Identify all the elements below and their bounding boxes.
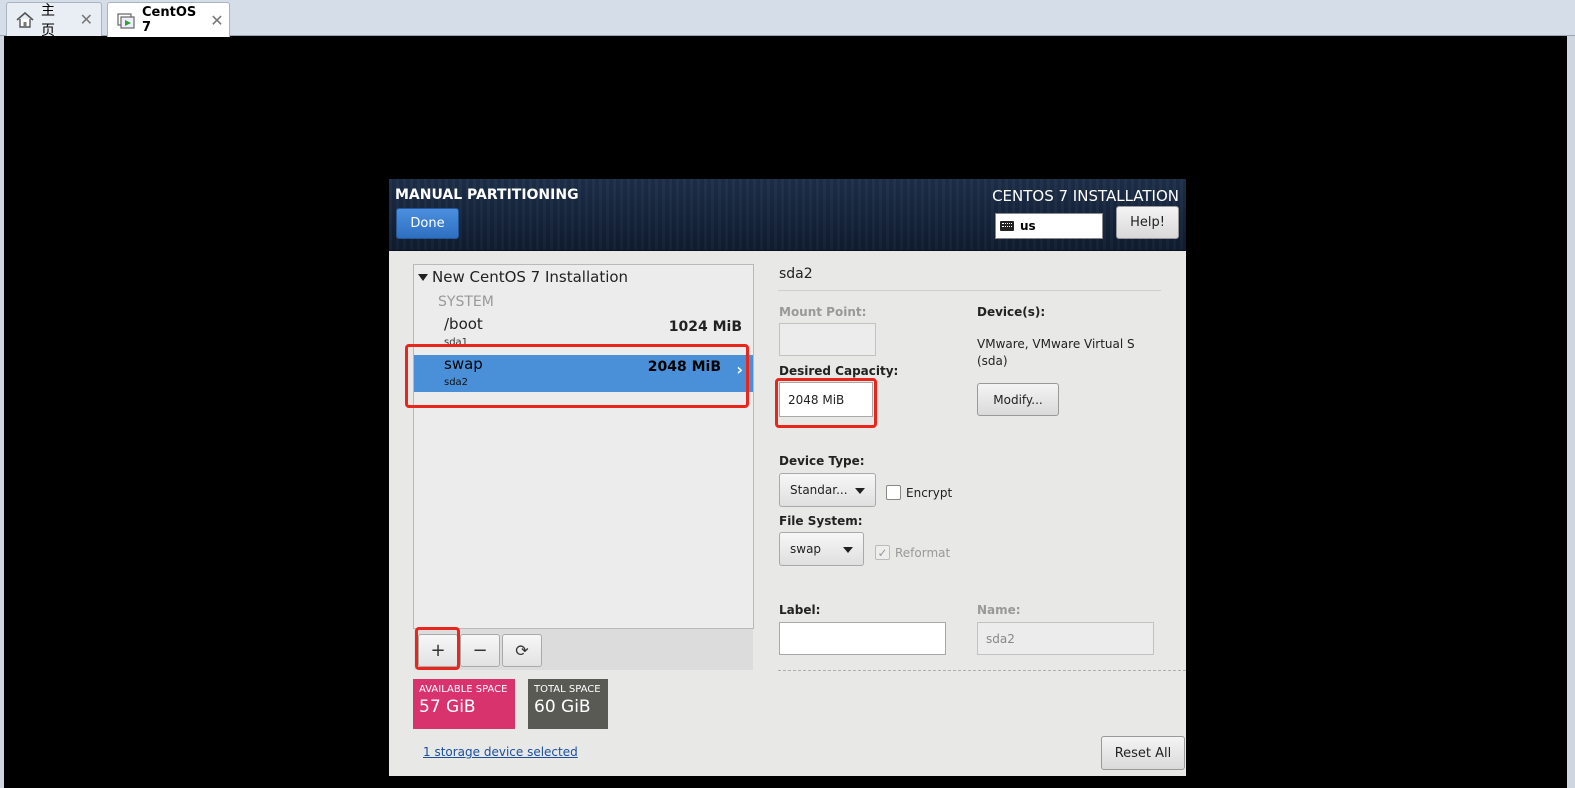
tab-home[interactable]: 主页 ✕ [6, 2, 102, 39]
installation-root-label: New CentOS 7 Installation [432, 268, 629, 286]
partition-name: /boot [444, 315, 483, 333]
close-icon[interactable]: ✕ [210, 11, 223, 30]
dashed-divider [778, 670, 1186, 671]
available-space-badge: AVAILABLE SPACE 57 GiB [413, 679, 515, 729]
device-type-label: Device Type: [779, 454, 865, 468]
refresh-button[interactable]: ⟳ [502, 634, 542, 667]
tab-home-label: 主页 [41, 2, 55, 39]
page-title: MANUAL PARTITIONING [395, 187, 579, 203]
remove-partition-button[interactable]: − [460, 634, 500, 667]
modify-button[interactable]: Modify... [977, 383, 1059, 416]
devices-value: VMware, VMware Virtual S (sda) [977, 337, 1135, 368]
vm-tab-bar: 主页 ✕ CentOS 7 ✕ [0, 0, 1575, 39]
done-button[interactable]: Done [396, 208, 459, 239]
window-left-edge [0, 36, 4, 788]
partition-size: 1024 MiB [668, 319, 742, 335]
checkbox-icon [886, 485, 901, 500]
keyboard-layout-indicator[interactable]: us [995, 213, 1103, 239]
devices-label: Device(s): [977, 305, 1046, 319]
file-system-label: File System: [779, 514, 863, 528]
installer-window: MANUAL PARTITIONING CENTOS 7 INSTALLATIO… [389, 179, 1186, 776]
dropdown-arrow-icon [855, 488, 865, 494]
window-right-edge [1567, 36, 1575, 788]
desired-capacity-field[interactable]: 2048 MiB [779, 382, 873, 417]
home-icon [15, 10, 35, 30]
device-type-select[interactable]: Standar... [779, 473, 876, 507]
total-space-value: 60 GiB [534, 697, 591, 717]
available-space-label: AVAILABLE SPACE [419, 684, 508, 695]
installation-root[interactable]: New CentOS 7 Installation [418, 268, 628, 286]
keyboard-layout-label: us [1020, 219, 1036, 233]
reformat-checkbox[interactable]: ✓ Reformat [875, 545, 950, 560]
encrypt-checkbox[interactable]: Encrypt [886, 485, 952, 500]
expander-icon [418, 273, 428, 281]
name-field-label: Name: [977, 603, 1021, 617]
name-field[interactable]: sda2 [977, 622, 1154, 655]
total-space-label: TOTAL SPACE [534, 684, 601, 695]
device-type-value: Standar... [790, 483, 848, 497]
mount-point-field[interactable] [779, 323, 876, 356]
label-field[interactable] [779, 622, 946, 655]
tab-centos-label: CentOS 7 [142, 5, 197, 35]
product-title: CENTOS 7 INSTALLATION [992, 187, 1179, 205]
checkmark-icon: ✓ [875, 545, 890, 560]
highlight-box-add-button [415, 627, 460, 670]
file-system-value: swap [790, 542, 822, 556]
reset-all-button[interactable]: Reset All [1101, 736, 1185, 770]
mount-point-label: Mount Point: [779, 305, 867, 319]
encrypt-label: Encrypt [906, 485, 953, 500]
help-button[interactable]: Help! [1116, 206, 1179, 239]
divider [778, 290, 1161, 291]
total-space-badge: TOTAL SPACE 60 GiB [528, 679, 608, 729]
dropdown-arrow-icon [843, 547, 853, 553]
partition-tree: New CentOS 7 Installation SYSTEM /boot s… [413, 264, 754, 670]
installer-header: MANUAL PARTITIONING CENTOS 7 INSTALLATIO… [389, 179, 1186, 251]
partition-toolbar: + − ⟳ [414, 628, 753, 670]
storage-devices-link[interactable]: 1 storage device selected [423, 745, 578, 759]
close-icon[interactable]: ✕ [80, 10, 93, 29]
file-system-select[interactable]: swap [779, 532, 864, 566]
label-field-label: Label: [779, 603, 821, 617]
available-space-value: 57 GiB [419, 697, 476, 717]
vm-icon [116, 10, 136, 30]
group-label-system: SYSTEM [438, 294, 494, 310]
partition-details-title: sda2 [779, 266, 813, 282]
reformat-label: Reformat [895, 545, 951, 560]
keyboard-icon [1000, 221, 1014, 231]
desired-capacity-label: Desired Capacity: [779, 364, 899, 378]
highlight-box-swap-row [405, 344, 749, 408]
tab-centos[interactable]: CentOS 7 ✕ [107, 2, 230, 37]
